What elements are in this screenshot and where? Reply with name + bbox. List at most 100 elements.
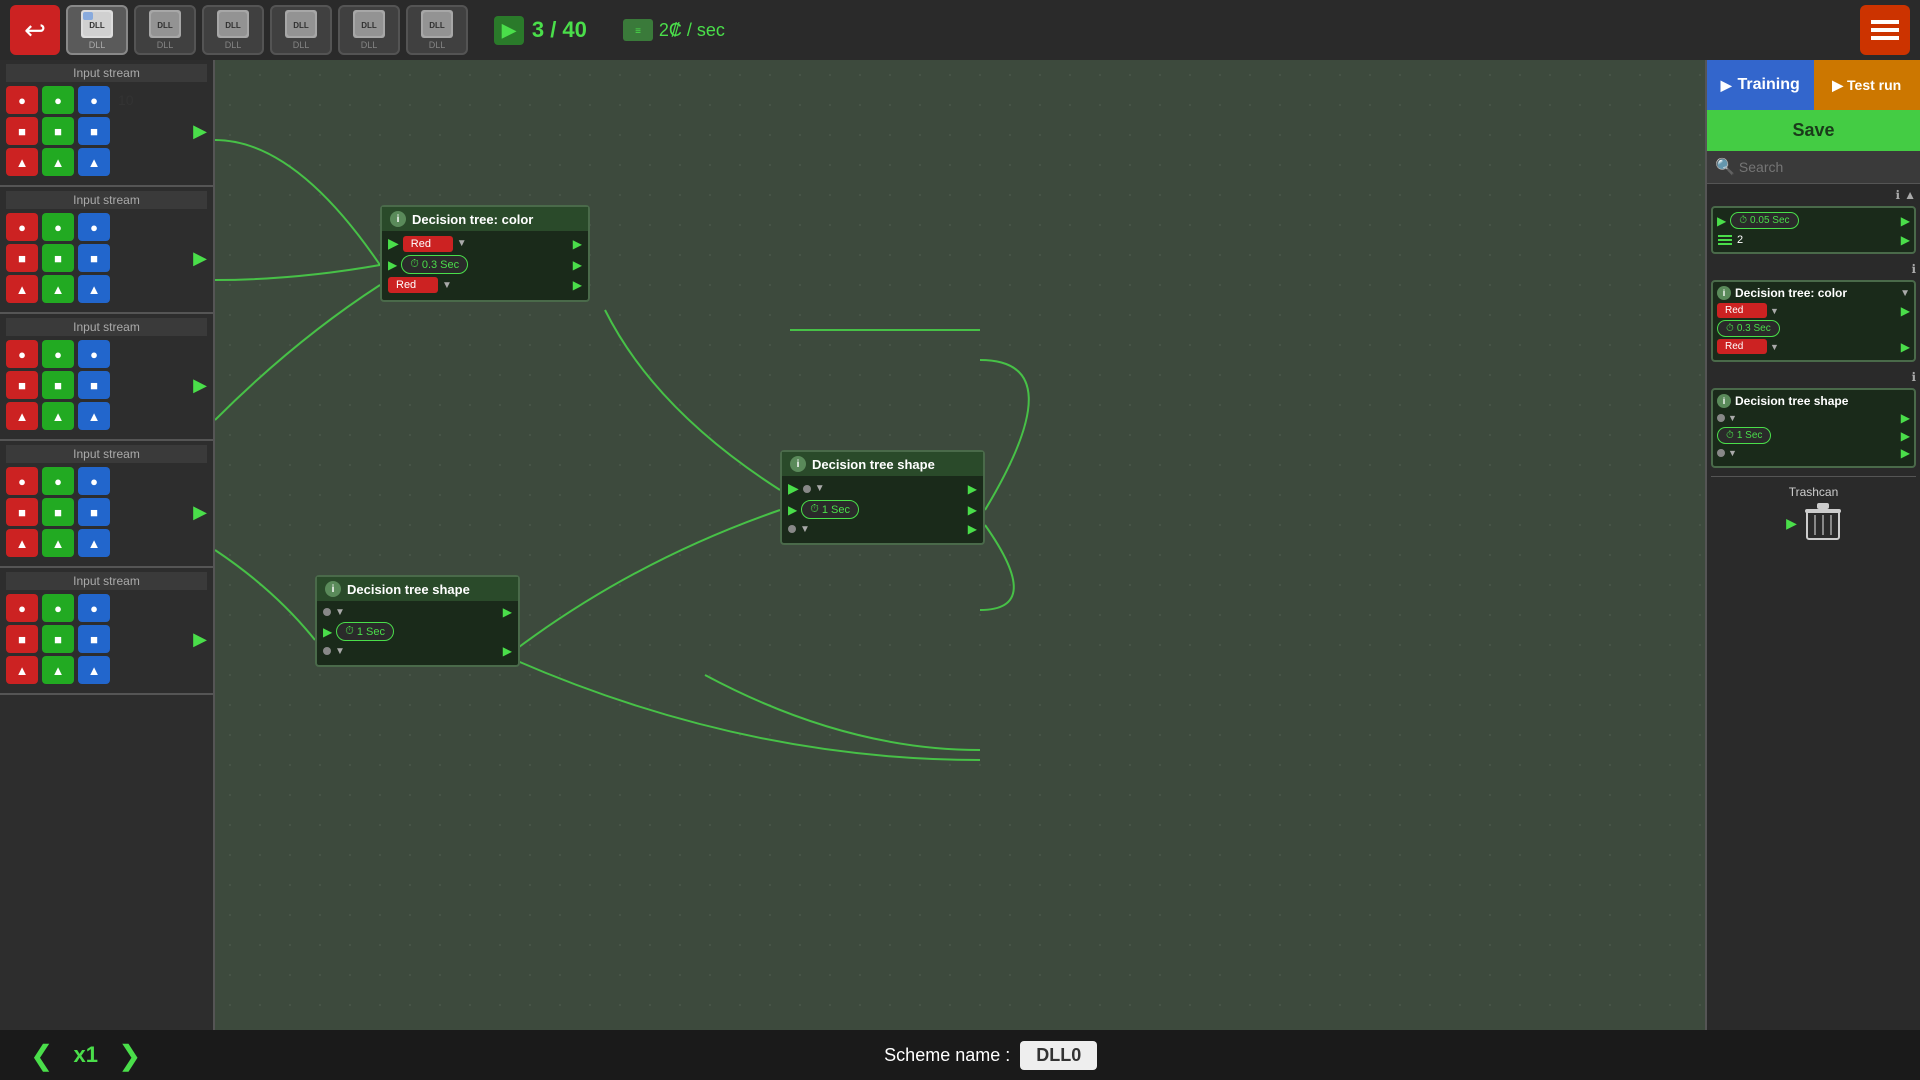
badge-red-circle-3: ● bbox=[6, 340, 38, 368]
sidebar-timer-color: ⏱ 0.3 Sec bbox=[1717, 320, 1780, 337]
dropdown-color-2[interactable]: Red bbox=[388, 277, 438, 293]
scheme-name-area: Scheme name : DLL0 bbox=[884, 1041, 1097, 1070]
testrun-label: Test run bbox=[1847, 77, 1901, 93]
timer-val-ss: 1 Sec bbox=[1737, 430, 1763, 441]
play-stream-5[interactable]: ▶ bbox=[193, 629, 207, 650]
dll-tab-4[interactable]: DLL DLL bbox=[338, 5, 400, 55]
chevron-shape2-2[interactable]: ▼ bbox=[335, 646, 345, 657]
timer-node-val: 0.05 Sec bbox=[1750, 215, 1789, 226]
dll-icon-1: DLL bbox=[149, 10, 181, 38]
node-row-color-2: ▶ ⏱ 0.3 Sec ▶ bbox=[388, 255, 582, 274]
sidebar-node-color[interactable]: i Decision tree: color ▼ Red ▼ ▶ ⏱ 0.3 S… bbox=[1711, 280, 1916, 362]
badge-green-circle-1: ● bbox=[42, 86, 74, 114]
dot-shape1-2 bbox=[788, 525, 796, 533]
speed-right-button[interactable]: ❯ bbox=[118, 1039, 141, 1072]
sidebar-chevron-shape1[interactable]: ▼ bbox=[1728, 413, 1737, 423]
stream-row-3-2: ■ ■ ■ ▶ bbox=[6, 371, 207, 399]
node-row-color-1: ▶ Red ▼ ▶ bbox=[388, 235, 582, 252]
sidebar-shape-row1: ▼ ▶ bbox=[1717, 411, 1910, 425]
play-testrun-icon: ▶ bbox=[1832, 77, 1843, 94]
timer-val-color: 0.3 Sec bbox=[422, 259, 459, 271]
info-icon-2: ℹ bbox=[1911, 262, 1916, 276]
play-button-top[interactable]: ▶ bbox=[494, 16, 524, 45]
decision-tree-color-node[interactable]: i Decision tree: color ▶ Red ▼ ▶ ▶ ⏱ 0.3… bbox=[380, 205, 590, 302]
badge-blue-square-2: ■ bbox=[78, 244, 110, 272]
play-out-shape3: ▶ bbox=[1901, 446, 1910, 460]
save-button[interactable]: Save bbox=[1707, 110, 1920, 151]
rate-value: 2₡ / sec bbox=[659, 20, 725, 41]
search-input[interactable] bbox=[1739, 159, 1920, 175]
rate-box: ≡ 2₡ / sec bbox=[623, 19, 725, 41]
counter-value: 3 / 40 bbox=[532, 17, 587, 43]
dropdown-color-1[interactable]: Red bbox=[403, 236, 453, 252]
badge-red-circle-4: ● bbox=[6, 467, 38, 495]
trashcan-icon[interactable] bbox=[1805, 503, 1841, 543]
sidebar-dropdown-color[interactable]: Red bbox=[1717, 303, 1767, 318]
top-right-button[interactable] bbox=[1860, 5, 1910, 55]
decision-tree-shape-2-node[interactable]: i Decision tree shape ▼ ▶ ▶ ⏱ 1 Sec ▼ ▶ bbox=[315, 575, 520, 667]
play-timer-node[interactable]: ▶ bbox=[1717, 214, 1726, 228]
sidebar-node-shape[interactable]: i Decision tree shape ▼ ▶ ⏱ 1 Sec ▶ ▼ ▶ bbox=[1711, 388, 1916, 468]
timer-shape-2: ⏱ 1 Sec bbox=[336, 622, 394, 641]
info-badge-shape-2[interactable]: i bbox=[325, 581, 341, 597]
play-stream-2[interactable]: ▶ bbox=[193, 248, 207, 269]
dll-tab-2[interactable]: DLL DLL bbox=[202, 5, 264, 55]
stream-row-4-3: ▲ ▲ ▲ bbox=[6, 529, 207, 557]
search-box: 🔍 bbox=[1707, 151, 1920, 184]
badge-red-circle-2: ● bbox=[6, 213, 38, 241]
dot-shape2-2 bbox=[323, 647, 331, 655]
play-stream-4[interactable]: ▶ bbox=[193, 502, 207, 523]
badge-red-square-4: ■ bbox=[6, 498, 38, 526]
training-button[interactable]: ▶ Training bbox=[1707, 60, 1814, 110]
sidebar-chevron-shape2[interactable]: ▼ bbox=[1728, 448, 1737, 458]
scheme-name-value[interactable]: DLL0 bbox=[1020, 1041, 1097, 1070]
badge-green-square-2: ■ bbox=[42, 244, 74, 272]
node-title-color: Decision tree: color bbox=[412, 212, 533, 227]
chevron-shape2-1[interactable]: ▼ bbox=[335, 607, 345, 618]
sidebar-shape-row2: ⏱ 1 Sec ▶ bbox=[1717, 427, 1910, 444]
scroll-top-indicator: ℹ ▲ bbox=[1711, 188, 1916, 202]
speed-left-button[interactable]: ❮ bbox=[30, 1039, 53, 1072]
play-node-shape-1[interactable]: ▶ bbox=[788, 480, 799, 497]
sidebar-chevron-color[interactable]: ▼ bbox=[1770, 306, 1779, 316]
badge-blue-square-1: ■ bbox=[78, 117, 110, 145]
dll-tab-3[interactable]: DLL DLL bbox=[270, 5, 332, 55]
input-stream-1: Input stream ● ● ● 10 ■ ■ ■ ▶ ▲ ▲ ▲ bbox=[0, 60, 213, 187]
dll-tab-label-3: DLL bbox=[293, 40, 310, 50]
info-badge-color[interactable]: i bbox=[390, 211, 406, 227]
badge-green-square-5: ■ bbox=[42, 625, 74, 653]
stream-row-1-3: ▲ ▲ ▲ bbox=[6, 148, 207, 176]
timer-shape-1: ⏱ 1 Sec bbox=[801, 500, 859, 519]
chevron-shape1-2[interactable]: ▼ bbox=[800, 524, 810, 535]
sidebar-node-timer[interactable]: ▶ ⏱ 0.05 Sec ▶ 2 ▶ bbox=[1711, 206, 1916, 254]
dll-icon-3: DLL bbox=[285, 10, 317, 38]
testrun-button[interactable]: ▶ Test run bbox=[1814, 60, 1920, 110]
sidebar-dropdown-color2[interactable]: Red bbox=[1717, 339, 1767, 354]
play-trashcan[interactable]: ▶ bbox=[1786, 515, 1797, 532]
chevron-color-2[interactable]: ▼ bbox=[442, 280, 452, 291]
dll-tab-1[interactable]: DLL DLL bbox=[134, 5, 196, 55]
back-button[interactable]: ↩ bbox=[10, 5, 60, 55]
badge-green-square-1: ■ bbox=[42, 117, 74, 145]
chevron-shape1-1[interactable]: ▼ bbox=[815, 483, 825, 494]
play-node-color[interactable]: ▶ bbox=[388, 235, 399, 252]
decision-tree-shape-1-node[interactable]: i Decision tree shape ▶ ▼ ▶ ▶ ⏱ 1 Sec ▶ … bbox=[780, 450, 985, 545]
sidebar-chevron-color2[interactable]: ▼ bbox=[1770, 342, 1779, 352]
info-badge-shape-1[interactable]: i bbox=[790, 456, 806, 472]
dll-icon-5: DLL bbox=[421, 10, 453, 38]
stream-row-2-3: ▲ ▲ ▲ bbox=[6, 275, 207, 303]
left-panel: Input stream ● ● ● 10 ■ ■ ■ ▶ ▲ ▲ ▲ Inpu… bbox=[0, 60, 215, 1030]
dll-tab-0[interactable]: DLL DLL bbox=[66, 5, 128, 55]
badge-green-tri-3: ▲ bbox=[42, 402, 74, 430]
play-stream-3[interactable]: ▶ bbox=[193, 375, 207, 396]
dll-tab-label-0: DLL bbox=[89, 40, 106, 50]
trashcan-area: Trashcan ▶ bbox=[1711, 476, 1916, 551]
play-stream-1[interactable]: ▶ bbox=[193, 121, 207, 142]
timer-val-sc: 0.3 Sec bbox=[1737, 323, 1771, 334]
sidebar-color-row3: Red ▼ ▶ bbox=[1717, 339, 1910, 354]
badge-blue-tri-4: ▲ bbox=[78, 529, 110, 557]
rate-icon: ≡ bbox=[623, 19, 653, 41]
counter-box: ▶ 3 / 40 bbox=[494, 16, 587, 45]
dll-tab-5[interactable]: DLL DLL bbox=[406, 5, 468, 55]
chevron-color-1[interactable]: ▼ bbox=[457, 238, 467, 249]
